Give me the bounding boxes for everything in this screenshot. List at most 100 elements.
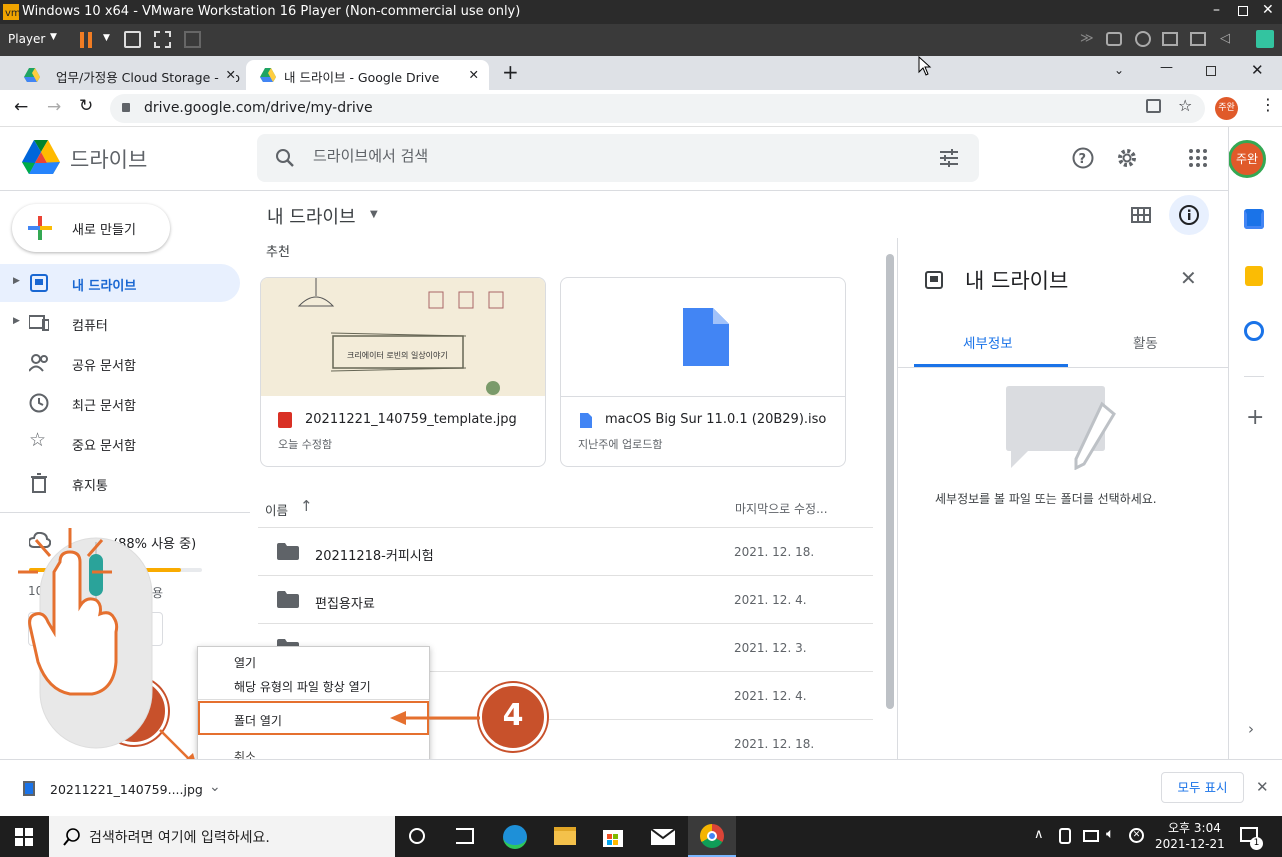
sidebar-item-shared[interactable]: 공유 문서함 [0, 344, 240, 382]
tray-date[interactable]: 2021-12-21 [1155, 837, 1225, 851]
hdd-icon[interactable] [1106, 32, 1122, 46]
sidebar-item-trash[interactable]: 휴지통 [0, 464, 240, 502]
tray-network-icon[interactable] [1083, 830, 1099, 842]
search-input[interactable] [313, 147, 873, 165]
download-options-chevron-icon[interactable]: ⌄ [209, 779, 221, 795]
search-box[interactable] [257, 134, 979, 182]
show-all-button[interactable]: 모두 표시 [1161, 772, 1244, 803]
mail-icon[interactable] [651, 829, 675, 845]
sidebar-item-my-drive[interactable]: ▶ 내 드라이브 [0, 264, 240, 302]
close-button[interactable]: ✕ [1251, 61, 1264, 79]
minimize-button[interactable]: — [1160, 60, 1173, 75]
search-icon[interactable] [275, 148, 295, 168]
pause-icon[interactable] [80, 32, 84, 48]
tray-time[interactable]: 오후 3:04 [1168, 819, 1221, 836]
menu-item-open[interactable]: 열기 [234, 654, 256, 671]
download-shelf-close-icon[interactable]: ✕ [1256, 778, 1269, 796]
apps-grid-icon[interactable] [1189, 149, 1207, 167]
tab-my-drive[interactable]: 내 드라이브 - Google Drive ✕ [246, 60, 489, 90]
vm-close-button[interactable]: ✕ [1262, 2, 1274, 18]
share-icon[interactable] [1146, 99, 1161, 113]
cd-icon[interactable] [1135, 31, 1151, 47]
windows-start-icon[interactable] [15, 828, 33, 846]
player-menu[interactable]: Player [8, 32, 45, 46]
new-button[interactable]: 새로 만들기 [12, 204, 170, 252]
fullscreen-icon[interactable] [154, 31, 171, 48]
tray-chevron-icon[interactable]: ∧ [1034, 827, 1044, 842]
address-bar[interactable]: drive.google.com/drive/my-drive [110, 94, 1205, 123]
settings-gear-icon[interactable] [1116, 147, 1138, 169]
tasks-app-icon[interactable] [1244, 321, 1264, 341]
keep-app-icon[interactable] [1245, 266, 1263, 286]
search-options-icon[interactable] [939, 148, 959, 168]
bookmark-star-icon[interactable]: ☆ [1178, 96, 1192, 115]
card-file-name: 20211221_140759_template.jpg [305, 412, 517, 427]
send-ctrl-alt-del-icon[interactable] [124, 31, 141, 48]
thumbnail-text: 크리에이터 로빈의 일상이야기 [347, 350, 448, 360]
unity-icon[interactable] [184, 31, 201, 48]
tab-close-icon[interactable]: ✕ [469, 67, 479, 82]
breadcrumb[interactable]: 내 드라이브 [267, 203, 356, 229]
network-icon[interactable] [1162, 32, 1178, 46]
account-avatar[interactable]: 주완 [1228, 140, 1266, 178]
tab-cloud-storage[interactable]: 업무/가정용 Cloud Storage - Go ✕ [10, 60, 246, 90]
chrome-taskbar-button[interactable] [688, 816, 736, 857]
expand-arrow-icon[interactable]: ▶ [13, 316, 20, 326]
calendar-app-icon[interactable] [1244, 209, 1264, 229]
sort-name-header[interactable]: 이름 [265, 500, 288, 519]
sidebar-item-computers[interactable]: ▶ 컴퓨터 [0, 304, 240, 342]
expand-arrow-icon[interactable]: ▶ [13, 276, 20, 286]
printer-icon[interactable] [1190, 32, 1206, 46]
edge-icon[interactable] [503, 825, 527, 849]
tray-volume-icon[interactable]: 🔈︎ [1106, 826, 1114, 842]
restore-button[interactable] [1206, 66, 1216, 76]
cortana-icon[interactable] [409, 828, 425, 844]
sort-arrow-up-icon[interactable]: ↑ [300, 497, 313, 515]
scrollbar-thumb[interactable] [886, 254, 894, 709]
taskbar-search-box[interactable]: 검색하려면 여기에 입력하세요. [49, 816, 395, 857]
tab-details[interactable]: 세부정보 [963, 332, 1013, 352]
forward-icon[interactable]: → [47, 97, 61, 117]
add-addon-icon[interactable]: + [1246, 405, 1264, 430]
new-tab-icon[interactable]: + [502, 60, 519, 84]
vm-more-icon[interactable]: ≫ [1080, 31, 1094, 46]
back-icon[interactable]: ← [14, 97, 28, 117]
sidebar-item-recent[interactable]: 최근 문서함 [0, 384, 240, 422]
sound-icon[interactable]: ◁ [1220, 31, 1230, 46]
sidebar-item-label: 휴지통 [72, 479, 108, 494]
store-icon[interactable] [602, 824, 624, 848]
suggested-card[interactable]: macOS Big Sur 11.0.1 (20B29).iso 지난주에 업로… [560, 277, 846, 467]
generic-file-icon [683, 308, 729, 366]
new-button-label: 새로 만들기 [72, 223, 136, 238]
breadcrumb-dropdown-icon[interactable]: ▼ [370, 209, 378, 220]
sidebar-item-starred[interactable]: ☆ 중요 문서함 [0, 424, 240, 462]
details-close-icon[interactable]: ✕ [1180, 266, 1197, 290]
help-icon[interactable]: ? [1072, 147, 1094, 169]
image-file-icon [278, 412, 292, 428]
tray-meet-icon[interactable] [1059, 828, 1071, 844]
chrome-menu-icon[interactable]: ⋮ [1260, 95, 1276, 114]
message-icon[interactable] [1256, 30, 1274, 48]
expand-panel-icon[interactable]: › [1248, 720, 1254, 738]
file-explorer-icon[interactable] [554, 827, 576, 845]
table-row[interactable]: 20211218-커피시험 2021. 12. 18. [258, 527, 873, 575]
tab-activity[interactable]: 활동 [1133, 332, 1158, 352]
reload-icon[interactable]: ↻ [79, 96, 93, 116]
tab-close-icon[interactable]: ✕ [221, 67, 236, 82]
profile-avatar[interactable]: 주완 [1215, 97, 1238, 120]
task-view-icon[interactable] [456, 828, 474, 844]
menu-item-always-open[interactable]: 해당 유형의 파일 항상 열기 [234, 678, 371, 695]
info-toggle[interactable] [1169, 195, 1209, 235]
drive-logo-icon [22, 140, 60, 174]
player-dropdown-icon[interactable]: ▼ [50, 32, 57, 42]
grid-view-icon[interactable] [1131, 207, 1151, 223]
vm-maximize-button[interactable] [1238, 6, 1248, 16]
tray-status-icon[interactable]: ✕ [1129, 828, 1144, 843]
tab-search-icon[interactable]: ⌄ [1114, 63, 1124, 77]
sort-modified-header[interactable]: 마지막으로 수정... [735, 500, 828, 517]
download-filename[interactable]: 20211221_140759....jpg [50, 782, 203, 797]
table-row[interactable]: 편집용자료 2021. 12. 4. [258, 575, 873, 623]
vm-minimize-button[interactable]: – [1213, 2, 1220, 18]
plus-icon [28, 216, 52, 240]
suggested-card[interactable]: 크리에이터 로빈의 일상이야기 20211221_140759_template… [260, 277, 546, 467]
